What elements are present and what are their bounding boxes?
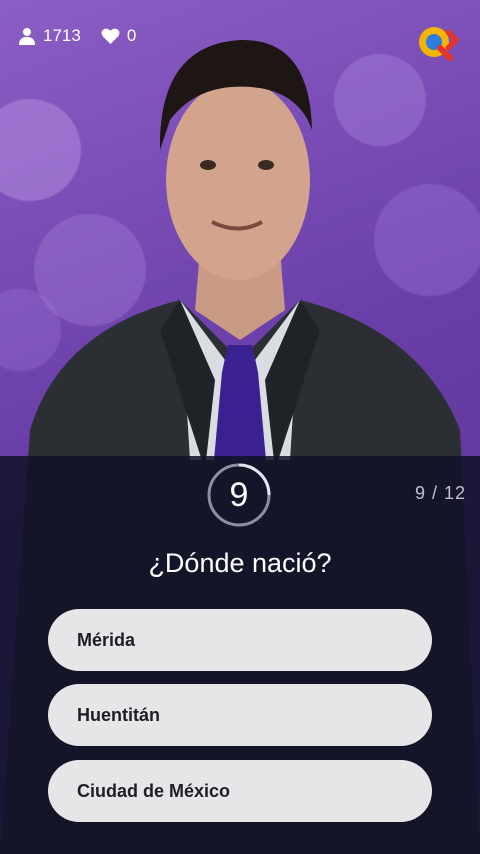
players-count: 1713 — [43, 26, 81, 45]
question-text: ¿Dónde nació? — [148, 548, 332, 578]
players-counter: 1713 — [18, 26, 81, 46]
countdown-timer-value: 9 — [229, 476, 249, 514]
lives-count: 0 — [126, 26, 137, 45]
heart-icon — [101, 28, 120, 45]
answer-option-1[interactable]: Mérida — [48, 609, 432, 671]
lives-counter: 0 — [101, 26, 136, 46]
app-logo-icon — [416, 22, 462, 62]
person-icon — [18, 27, 36, 45]
answer-option-2[interactable]: Huentitán — [48, 684, 432, 746]
question-progress: 9 / 12 — [414, 483, 466, 503]
answer-option-3[interactable]: Ciudad de México — [48, 760, 432, 822]
top-stats-bar: 1713 0 — [18, 26, 146, 46]
